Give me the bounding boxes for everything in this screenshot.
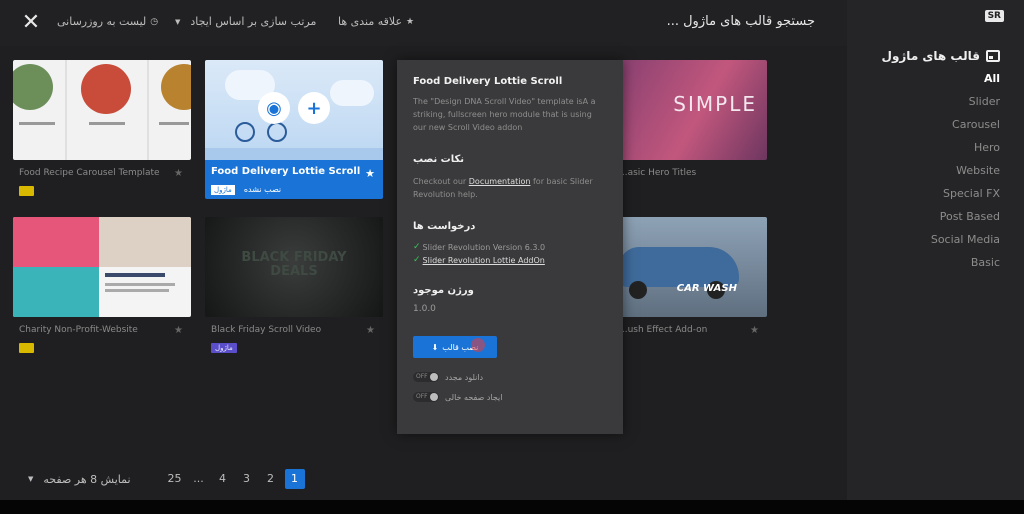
- page-link[interactable]: 3: [237, 469, 257, 489]
- favorite-star-icon[interactable]: ★: [174, 325, 183, 336]
- requirement-link[interactable]: Slider Revolution Lottie AddOn: [423, 256, 545, 265]
- search-input[interactable]: جستجو قالب های ماژول ...: [667, 14, 815, 29]
- sort-label: مرتب سازی بر اساس ایجاد: [190, 15, 317, 28]
- clock-icon: ◷: [150, 16, 159, 27]
- black-friday-thumbnail: BLACK FRIDAY DEALS: [205, 217, 383, 317]
- template-card-black-friday[interactable]: BLACK FRIDAY DEALS Black Friday Scroll V…: [205, 217, 383, 354]
- check-icon: ✓: [413, 255, 421, 265]
- add-plus-icon[interactable]: +: [298, 92, 330, 124]
- sidebar-item-all[interactable]: All: [931, 72, 1000, 95]
- sidebar-item-post-based[interactable]: Post Based: [931, 210, 1000, 233]
- page-link[interactable]: 25: [165, 469, 185, 489]
- page-link[interactable]: 4: [213, 469, 233, 489]
- popup-title: Food Delivery Lottie Scroll: [413, 76, 563, 87]
- per-page-select[interactable]: ▼ نمایش 8 هر صفحه: [28, 473, 131, 486]
- sidebar-item-hero[interactable]: Hero: [931, 141, 1000, 164]
- sidebar-item-carousel[interactable]: Carousel: [931, 118, 1000, 141]
- card-badge: ماژول: [211, 343, 237, 353]
- sidebar-item-special-fx[interactable]: Special FX: [931, 187, 1000, 210]
- card-title: Black Friday Scroll Video: [211, 325, 322, 335]
- sidebar-item-slider[interactable]: Slider: [931, 95, 1000, 118]
- update-list-button[interactable]: لیست به روزرسانی ◷: [57, 15, 158, 28]
- install-notes-heading: نکات نصب: [413, 154, 465, 165]
- page-ellipsis: ...: [193, 472, 204, 485]
- blank-page-label: ایجاد صفحه خالی: [445, 392, 503, 402]
- card-badge: [19, 343, 34, 353]
- close-icon[interactable]: ✕: [20, 12, 42, 34]
- download-icon: ⬇: [431, 342, 439, 352]
- favorite-star-icon[interactable]: ★: [174, 168, 183, 179]
- pagination: ▼ نمایش 8 هر صفحه 25 ... 4 3 2 1: [28, 469, 309, 489]
- sidebar-item-social-media[interactable]: Social Media: [931, 233, 1000, 256]
- favorite-star-icon[interactable]: ★: [365, 167, 375, 180]
- sidebar-title-label: قالب های ماژول: [881, 49, 980, 63]
- food-recipe-thumbnail: [13, 60, 191, 160]
- popup-description: The "Design DNA Scroll Video" template i…: [413, 97, 596, 132]
- template-card-food-recipe[interactable]: Food Recipe Carousel Template ★: [13, 60, 191, 197]
- page-link[interactable]: 2: [261, 469, 281, 489]
- redownload-label: دانلود مجدد: [445, 372, 484, 382]
- caret-down-icon: ▼: [175, 17, 181, 26]
- favorites-label: علاقه مندی ها: [338, 15, 403, 28]
- page-link-active[interactable]: 1: [284, 469, 305, 489]
- favorite-star-icon[interactable]: ★: [366, 325, 375, 336]
- template-frame-icon: [986, 50, 1000, 62]
- blank-page-toggle[interactable]: OFF: [413, 392, 439, 402]
- card-title: Charity Non-Profit-Website: [19, 325, 138, 335]
- sidebar-title: قالب های ماژول: [882, 49, 1000, 63]
- featured-thumbnail: ◉ +: [205, 60, 383, 160]
- documentation-link[interactable]: Documentation: [469, 177, 531, 186]
- caret-down-icon: ▼: [28, 475, 34, 483]
- bottom-strip: [0, 500, 1024, 514]
- requirement-item[interactable]: ✓ Slider Revolution Lottie AddOn: [413, 255, 607, 265]
- version-heading: ورژن موجود: [413, 285, 474, 296]
- favorite-star-icon[interactable]: ★: [750, 325, 759, 336]
- template-details-popup: Food Delivery Lottie Scroll The "Design …: [397, 60, 623, 434]
- per-page-label: نمایش 8 هر صفحه: [43, 472, 131, 486]
- template-card-charity[interactable]: Charity Non-Profit-Website ★: [13, 217, 191, 354]
- requirement-item: ✓ Slider Revolution Version 6.3.0: [413, 242, 607, 252]
- template-card-featured[interactable]: ◉ + Food Delivery Lottie Scroll ماژول نص…: [205, 60, 383, 199]
- charity-thumbnail: [13, 217, 191, 317]
- sidebar-item-basic[interactable]: Basic: [931, 256, 1000, 279]
- card-title: Food Recipe Carousel Template: [19, 168, 160, 178]
- install-notes-text: Checkout our Documentation for basic Sli…: [413, 175, 607, 201]
- cursor-highlight: [471, 338, 485, 352]
- featured-title: Food Delivery Lottie Scroll: [211, 166, 361, 177]
- sr-logo: SR: [984, 10, 1004, 22]
- check-icon: ✓: [413, 242, 421, 252]
- card-badge: [19, 186, 34, 196]
- version-value: 1.0.0: [413, 304, 436, 314]
- install-template-button[interactable]: ⬇ نصب قالب: [413, 336, 497, 358]
- favorites-button[interactable]: علاقه مندی ها ★: [338, 15, 414, 28]
- featured-badge: ماژول: [211, 185, 235, 195]
- preview-eye-icon[interactable]: ◉: [258, 92, 290, 124]
- redownload-toggle[interactable]: OFF: [413, 372, 439, 382]
- sidebar-item-website[interactable]: Website: [931, 164, 1000, 187]
- requirement-label: Slider Revolution Version 6.3.0: [422, 242, 546, 252]
- redownload-row: OFF دانلود مجدد: [413, 372, 607, 382]
- featured-status: نصب نشده: [243, 185, 282, 194]
- install-notes-prefix: Checkout our: [413, 177, 469, 186]
- sort-dropdown[interactable]: ▼ مرتب سازی بر اساس ایجاد: [175, 15, 316, 28]
- requirements-heading: درخواست ها: [413, 221, 476, 232]
- top-bar: ✕ لیست به روزرسانی ◷ ▼ مرتب سازی بر اساس…: [0, 0, 847, 46]
- category-sidebar: SR قالب های ماژول All Slider Carousel He…: [847, 0, 1024, 500]
- blank-page-row: OFF ایجاد صفحه خالی: [413, 392, 607, 402]
- update-list-label: لیست به روزرسانی: [57, 15, 147, 28]
- category-list: All Slider Carousel Hero Website Special…: [931, 72, 1000, 279]
- black-friday-text: BLACK FRIDAY DEALS: [241, 250, 347, 279]
- star-icon: ★: [406, 16, 415, 27]
